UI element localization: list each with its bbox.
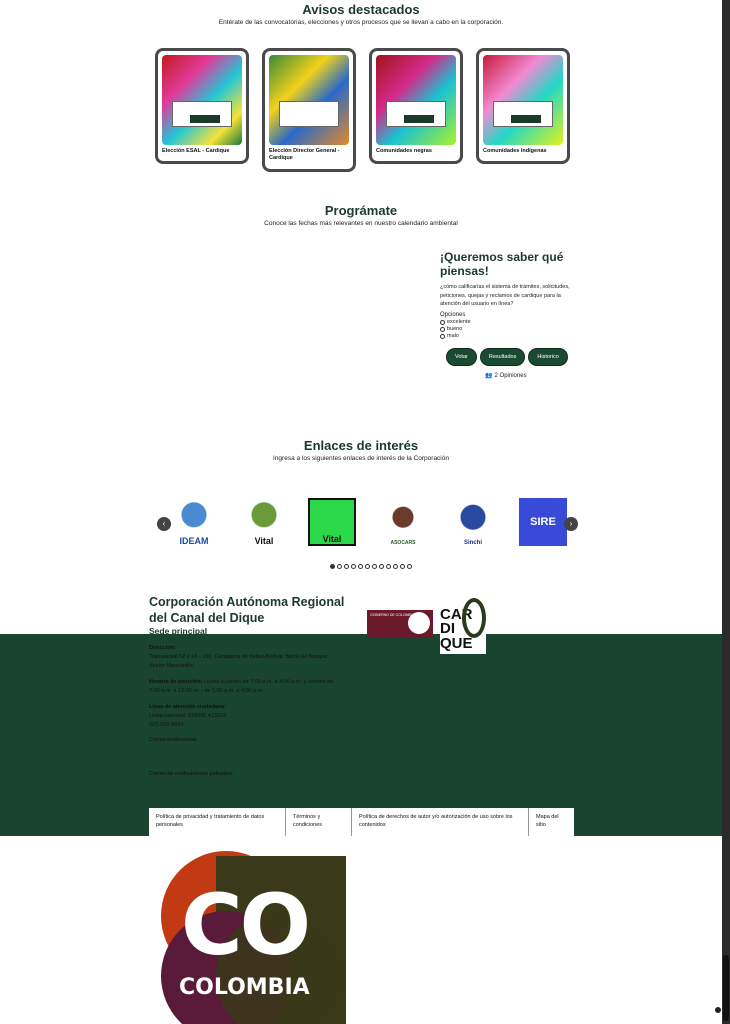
hours-block: Horario de atención: Lunes a jueves de 7… <box>149 678 344 696</box>
carousel-dot[interactable] <box>379 564 384 569</box>
aviso-card-director[interactable]: Elección Director General - Cardique <box>262 48 356 172</box>
page-scrollbar[interactable] <box>722 0 730 1024</box>
link-logo-ideam[interactable]: IDEAM <box>170 498 218 546</box>
aviso-label: Comunidades negras <box>376 148 432 154</box>
address-block: Dirección: Transversal 52 # 16 - 190, Ca… <box>149 644 344 670</box>
link-logo-vital-alt[interactable]: Vital <box>308 498 356 546</box>
line-label: Línea de atención ciudadana: <box>149 704 227 710</box>
radio-icon[interactable] <box>440 319 445 325</box>
carousel-dot[interactable] <box>358 564 363 569</box>
carousel-dot[interactable] <box>400 564 405 569</box>
privacy-policy-link[interactable]: Política de privacidad y tratamiento de … <box>149 808 286 836</box>
poll-title: ¡Queremos saber qué piensas! <box>440 250 564 279</box>
radio-icon[interactable] <box>440 326 445 332</box>
gobierno-logo[interactable]: GOBIERNO DE COLOMBIA <box>367 610 433 638</box>
aviso-image <box>162 55 242 145</box>
carousel-dot[interactable] <box>393 564 398 569</box>
aviso-image <box>376 55 456 145</box>
avisos-section: Avisos destacados Entérate de las convoc… <box>0 0 722 26</box>
vote-button[interactable]: Votar <box>446 348 477 367</box>
programate-subtitle: Conoce las fechas más relevantes en nues… <box>264 220 458 227</box>
results-button[interactable]: Resultados <box>479 348 526 367</box>
accessibility-icon[interactable] <box>715 1007 721 1013</box>
line-block: Línea de atención ciudadana: Línea nacio… <box>149 703 344 729</box>
history-button[interactable]: Historico <box>528 348 568 367</box>
colombia-logo: CO COLOMBIA <box>161 851 346 1024</box>
sede-title: Sede principal <box>149 626 208 636</box>
carousel-dot[interactable] <box>344 564 349 569</box>
carousel-dot[interactable] <box>365 564 370 569</box>
carousel-dot[interactable] <box>337 564 342 569</box>
aviso-image <box>483 55 563 145</box>
footer-background <box>0 634 722 836</box>
poll-count: 👥 2 Opiniones <box>485 373 527 380</box>
aviso-card-comunidades-negras[interactable]: Comunidades negras <box>369 48 463 164</box>
cardique-logo[interactable]: CAR DI QUE <box>440 598 486 654</box>
link-logo-sire[interactable]: SIRE <box>519 498 567 546</box>
aviso-label: Elección Director General - Cardique <box>269 148 340 161</box>
enlaces-section: Enlaces de interés Ingresa a los siguien… <box>0 438 722 462</box>
link-logo-sinchi[interactable]: Sinchi <box>449 498 497 546</box>
carousel-dots <box>330 564 412 569</box>
poll-option-malo[interactable]: malo <box>440 333 580 339</box>
legal-links: Política de privacidad y tratamiento de … <box>149 808 574 836</box>
address-label: Dirección: <box>149 645 176 651</box>
avisos-subtitle: Entérate de las convocatorias, eleccione… <box>218 19 504 26</box>
colombia-word: COLOMBIA <box>179 975 310 1000</box>
carousel-dot[interactable] <box>351 564 356 569</box>
seal-icon <box>408 612 430 634</box>
programate-section: Prográmate Conoce las fechas más relevan… <box>0 203 722 227</box>
co-mark: CO <box>181 876 311 974</box>
address-text: Transversal 52 # 16 - 190, Cartagena de … <box>149 653 329 669</box>
aviso-image <box>269 55 349 145</box>
carousel-next-button[interactable]: › <box>564 517 578 531</box>
poll-option-bueno[interactable]: bueno <box>440 326 580 332</box>
enlaces-title: Enlaces de interés <box>303 438 419 453</box>
email-label[interactable]: Correo institucional: <box>149 736 198 745</box>
radio-icon[interactable] <box>440 333 445 339</box>
corp-name: Corporación Autónoma Regional del Canal … <box>149 595 345 625</box>
aviso-card-esal[interactable]: Elección ESAL - Cardique <box>155 48 249 164</box>
copyright-policy-link[interactable]: Política de derechos de autor y/o autori… <box>352 808 529 836</box>
poll-option-excelente[interactable]: excelente <box>440 319 580 325</box>
carousel-dot[interactable] <box>330 564 335 569</box>
carousel-dot[interactable] <box>372 564 377 569</box>
poll-options-label: Opciones <box>440 312 466 319</box>
phone-text: (57) 605 6694 <box>149 721 184 728</box>
link-logo-vital[interactable]: Vital <box>240 498 288 546</box>
scrollbar-thumb[interactable] <box>723 955 729 1021</box>
seahorse-icon <box>462 598 486 638</box>
poll-widget: ¡Queremos saber qué piensas! ¿cómo calif… <box>440 250 580 379</box>
carousel-dot[interactable] <box>407 564 412 569</box>
terms-link[interactable]: Términos y condiciones <box>286 808 352 836</box>
aviso-card-comunidades-indigenas[interactable]: Comunidades indígenas <box>476 48 570 164</box>
programate-title: Prográmate <box>324 203 398 218</box>
notif-label[interactable]: Correo de notificaciones judiciales: <box>149 770 234 779</box>
enlaces-subtitle: Ingresa a los siguientes enlaces de inte… <box>273 455 449 462</box>
avisos-cards: Elección ESAL - Cardique Elección Direct… <box>155 48 575 173</box>
carousel-dot[interactable] <box>386 564 391 569</box>
aviso-label: Elección ESAL - Cardique <box>162 148 230 154</box>
carousel-prev-button[interactable]: ‹ <box>157 517 171 531</box>
hours-label: Horario de atención: <box>149 679 203 685</box>
line-text: Línea nacional: 018000 413213 <box>149 712 227 719</box>
avisos-title: Avisos destacados <box>302 2 420 17</box>
links-carousel: ‹ IDEAM Vital Vital ASOCARS Sinchi SIRE … <box>155 495 580 555</box>
sitemap-link[interactable]: Mapa del sitio <box>529 808 574 836</box>
poll-question: ¿cómo calificarías el sistema de trámite… <box>440 283 570 308</box>
aviso-label: Comunidades indígenas <box>483 148 547 154</box>
link-logo-asocars[interactable]: ASOCARS <box>379 498 427 546</box>
